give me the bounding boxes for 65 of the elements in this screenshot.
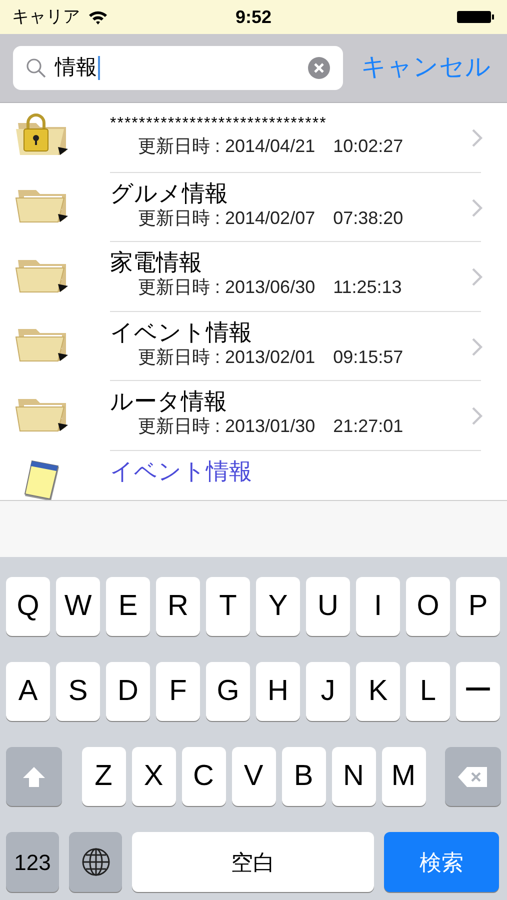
key[interactable]: R <box>156 577 200 636</box>
key[interactable]: X <box>132 747 176 806</box>
shift-icon <box>21 764 47 788</box>
updated-date: 更新日時 : 2014/04/21 10:02:27 <box>138 135 404 157</box>
key[interactable]: M <box>382 747 426 806</box>
key[interactable]: N <box>332 747 376 806</box>
search-icon <box>25 57 47 79</box>
list-row[interactable]: イベント情報 更新日時 : 2013/02/01 09:15:57 <box>0 312 507 381</box>
key[interactable]: E <box>106 577 150 636</box>
key[interactable]: P <box>456 577 500 636</box>
item-title: グルメ情報 <box>110 178 228 206</box>
list-row[interactable]: ****************************** 更新日時 : 2014/04/21 10:02:27 <box>0 103 507 172</box>
carrier-name: キャリア <box>12 6 80 28</box>
chevron-icon <box>471 267 483 287</box>
list-row[interactable]: ルータ情報 更新日時 : 2013/01/30 21:27:01 <box>0 381 507 450</box>
item-title: ****************************** <box>110 114 327 134</box>
chevron-icon <box>471 406 483 426</box>
chevron-icon <box>471 198 483 218</box>
key[interactable]: U <box>306 577 350 636</box>
key[interactable]: L <box>406 662 450 721</box>
shift-key[interactable] <box>6 747 62 806</box>
updated-date: 更新日時 : 2013/06/30 11:25:13 <box>138 276 402 298</box>
key[interactable]: A <box>6 662 50 721</box>
key[interactable]: T <box>206 577 250 636</box>
key[interactable]: S <box>56 662 100 721</box>
globe-icon <box>80 847 110 877</box>
key[interactable]: J <box>306 662 350 721</box>
item-title: イベント情報 <box>110 318 252 346</box>
key[interactable]: C <box>182 747 226 806</box>
key[interactable]: Y <box>256 577 300 636</box>
key[interactable]: K <box>356 662 400 721</box>
updated-date: 更新日時 : 2013/01/30 21:27:01 <box>138 415 404 437</box>
clear-icon[interactable] <box>307 56 331 80</box>
globe-key[interactable] <box>69 832 122 892</box>
key[interactable]: Q <box>6 577 50 636</box>
item-title: イベント情報 <box>110 456 252 484</box>
clock: 9:52 <box>235 6 272 28</box>
wifi-icon <box>88 10 108 24</box>
list-row[interactable]: イベント情報 <box>0 450 507 500</box>
key[interactable]: G <box>206 662 250 721</box>
updated-date: 更新日時 : 2014/02/07 07:38:20 <box>138 206 404 228</box>
space-key[interactable]: 空白 <box>132 832 374 892</box>
key[interactable]: O <box>406 577 450 636</box>
key[interactable]: W <box>56 577 100 636</box>
battery-icon <box>457 10 495 24</box>
search-field[interactable]: 情報 <box>13 46 343 90</box>
item-title: ルータ情報 <box>110 387 227 415</box>
delete-icon <box>457 766 489 788</box>
search-key[interactable]: 検索 <box>384 832 499 892</box>
chevron-icon <box>471 336 483 356</box>
key[interactable]: D <box>106 662 150 721</box>
item-title: 家電情報 <box>110 248 202 276</box>
chevron-icon <box>471 128 483 148</box>
key[interactable]: I <box>356 577 400 636</box>
updated-date: 更新日時 : 2013/02/01 09:15:57 <box>138 346 404 368</box>
delete-key[interactable] <box>445 747 501 806</box>
list-row[interactable]: 家電情報 更新日時 : 2013/06/30 11:25:13 <box>0 242 507 312</box>
key[interactable]: B <box>282 747 326 806</box>
key[interactable]: V <box>232 747 276 806</box>
key[interactable]: Z <box>82 747 126 806</box>
key[interactable]: ー <box>456 662 500 721</box>
numbers-key[interactable]: 123 <box>6 832 59 892</box>
key[interactable]: H <box>256 662 300 721</box>
key[interactable]: F <box>156 662 200 721</box>
list-row[interactable]: グルメ情報 更新日時 : 2014/02/07 07:38:20 <box>0 172 507 242</box>
